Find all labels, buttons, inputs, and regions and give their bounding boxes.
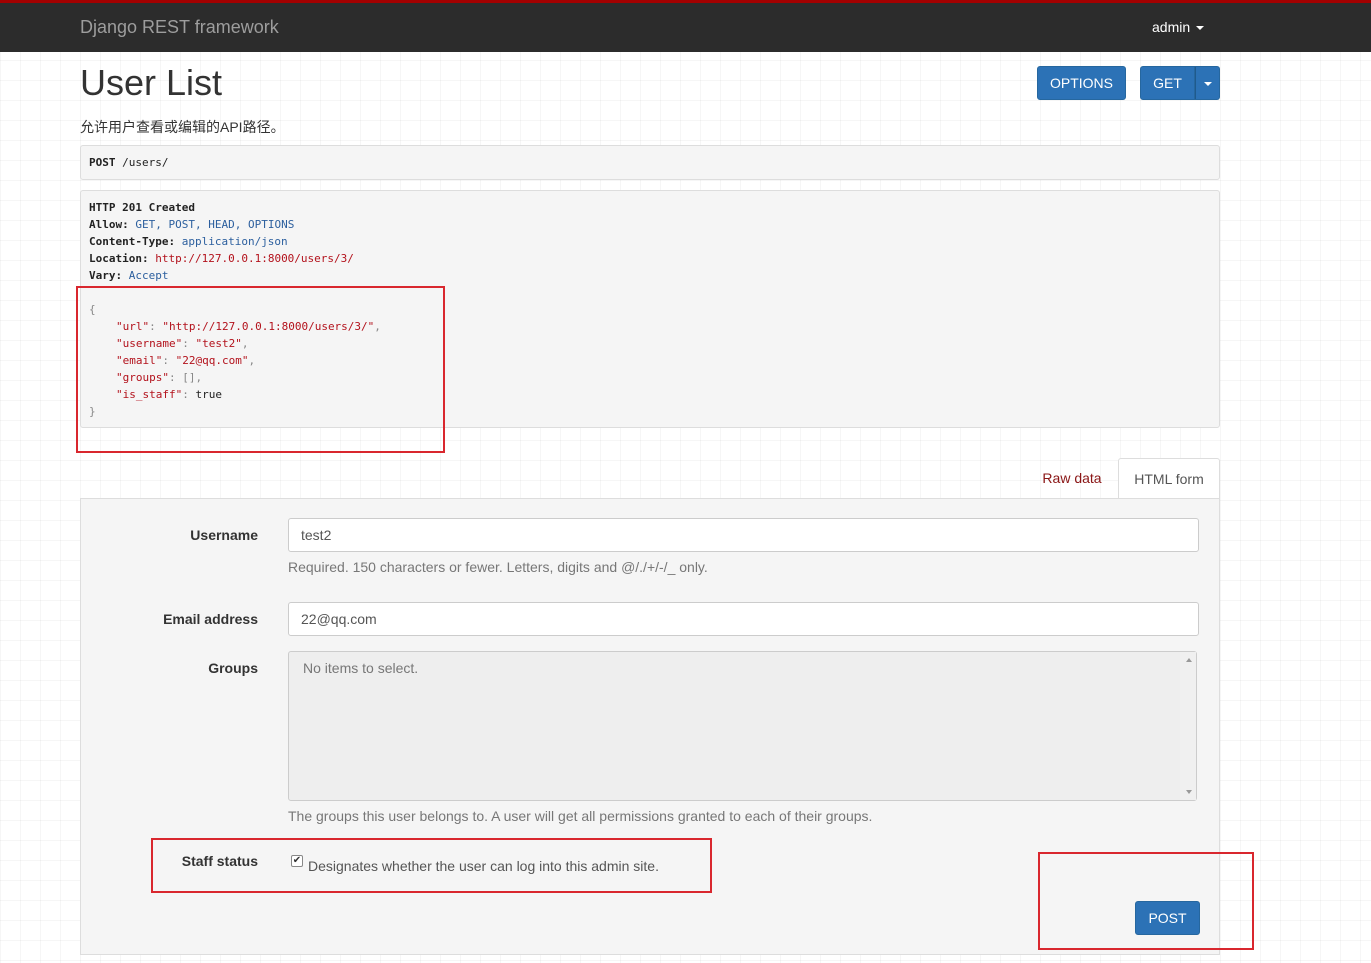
request-path: /users/ [122, 156, 169, 169]
email-input[interactable] [288, 602, 1199, 636]
header-location: Location: http://127.0.0.1:8000/users/3/ [89, 252, 354, 265]
tab-raw-data[interactable]: Raw data [1026, 458, 1118, 499]
username-label: Username [190, 527, 258, 543]
brand-link[interactable]: Django REST framework [80, 17, 279, 38]
staff-status-label: Staff status [181, 853, 258, 869]
location-link[interactable]: http://127.0.0.1:8000/users/3/ [155, 252, 354, 265]
json-username: "username": "test2", [116, 337, 249, 350]
user-menu[interactable]: admin [1152, 19, 1205, 35]
header-vary: Vary: Accept [89, 269, 169, 282]
response-info: HTTP 201 Created Allow: GET, POST, HEAD,… [80, 190, 1220, 428]
scroll-down-icon[interactable] [1186, 790, 1192, 794]
groups-scrollbar[interactable] [1180, 652, 1196, 800]
json-groups: "groups": [], [116, 371, 203, 384]
caret-down-icon [1196, 26, 1205, 31]
navbar: Django REST framework admin [0, 0, 1371, 52]
username-input[interactable] [288, 518, 1199, 552]
groups-empty-text: No items to select. [303, 660, 419, 676]
response-status: HTTP 201 Created [89, 201, 195, 214]
groups-select[interactable]: No items to select. [288, 651, 1197, 801]
staff-status-checkbox[interactable]: ✔ [291, 855, 303, 867]
email-label: Email address [163, 611, 258, 627]
json-is-staff: "is_staff": true [116, 388, 222, 401]
groups-label: Groups [208, 660, 258, 676]
groups-help: The groups this user belongs to. A user … [288, 808, 873, 824]
caret-down-icon [1204, 82, 1212, 86]
page-title: User List [80, 62, 223, 103]
username-help: Required. 150 characters or fewer. Lette… [288, 559, 708, 575]
user-menu-label: admin [1152, 19, 1191, 35]
get-format-dropdown-button[interactable] [1195, 66, 1220, 100]
get-button[interactable]: GET [1140, 66, 1195, 100]
staff-status-help: Designates whether the user can log into… [308, 858, 659, 874]
json-email: "email": "22@qq.com", [116, 354, 256, 367]
json-url-link[interactable]: "http://127.0.0.1:8000/users/3/" [162, 320, 374, 333]
options-button[interactable]: OPTIONS [1037, 66, 1126, 100]
post-button[interactable]: POST [1135, 901, 1200, 935]
json-open-brace: { [89, 303, 96, 316]
scroll-up-icon[interactable] [1186, 658, 1192, 662]
request-info: POST /users/ [80, 145, 1220, 180]
header-allow: Allow: GET, POST, HEAD, OPTIONS [89, 218, 295, 231]
tab-html-form[interactable]: HTML form [1118, 458, 1220, 499]
json-url: "url": "http://127.0.0.1:8000/users/3/", [116, 320, 381, 333]
json-close-brace: } [89, 405, 96, 418]
header-content-type: Content-Type: application/json [89, 235, 288, 248]
request-method: POST [89, 156, 116, 169]
form-tabs: Raw data HTML form [1026, 458, 1220, 499]
page-description: 允许用户查看或编辑的API路径。 [80, 119, 285, 135]
